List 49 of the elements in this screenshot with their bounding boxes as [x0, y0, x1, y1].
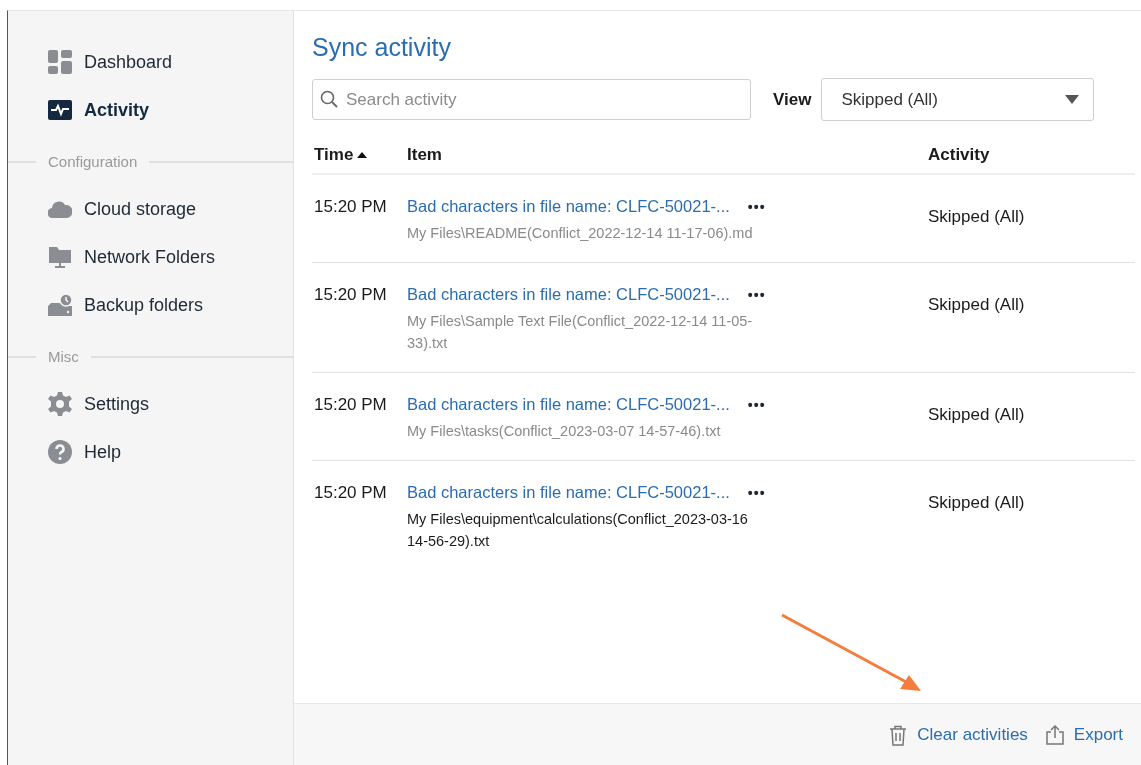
section-heading: Configuration	[48, 153, 138, 170]
monitor-folder-icon	[48, 245, 72, 269]
search-field[interactable]: Search activity	[312, 79, 751, 120]
time-cell-text: 15:20 PM	[313, 395, 388, 416]
trash-icon	[889, 724, 908, 746]
sidebar-item[interactable]: Cloud storage	[48, 194, 197, 224]
activity-cell-text: Skipped (All)	[928, 206, 1026, 228]
time-cell-text: 15:20 PM	[313, 483, 388, 504]
item-link[interactable]: Bad characters in file name: CLFC-50021-...	[407, 395, 730, 414]
more-button[interactable]: •••	[747, 396, 766, 413]
column-header[interactable]: Time	[312, 145, 368, 165]
activity-cell-text: Skipped (All)	[928, 294, 1026, 316]
column-header[interactable]: Activity	[928, 145, 990, 165]
pulse-icon	[48, 100, 72, 120]
search-icon	[320, 90, 338, 108]
sidebar-item[interactable]: Settings	[48, 389, 150, 419]
activity-cell-text: Skipped (All)	[928, 492, 1026, 514]
file-path: My Files\equipment\calculations(Conflict_2023-03-16 14-56-29).txt	[407, 510, 749, 551]
more-button[interactable]: •••	[747, 286, 766, 303]
section-heading: Misc	[48, 348, 79, 365]
column-header[interactable]: Item	[407, 145, 442, 165]
share-icon	[1045, 725, 1064, 745]
drive-clock-icon	[48, 293, 72, 317]
file-path: My Files\tasks(Conflict_2023-03-07 14-57-46).txt	[407, 422, 722, 441]
sidebar-item[interactable]: Network Folders	[48, 242, 216, 272]
view-dropdown[interactable]: Skipped (All)	[821, 78, 1095, 121]
sidebar-item[interactable]: Activity	[48, 95, 150, 125]
time-cell-text: 15:20 PM	[313, 197, 388, 218]
caret-icon	[1065, 95, 1080, 104]
activity-cell-text: Skipped (All)	[928, 404, 1026, 426]
page-title: Sync activity	[312, 33, 452, 62]
settings-icon	[48, 392, 72, 416]
time-cell-text: 15:20 PM	[313, 285, 388, 306]
more-button[interactable]: •••	[747, 198, 766, 215]
dashboard-icon	[48, 50, 72, 74]
sidebar-item[interactable]: Dashboard	[48, 47, 173, 77]
cloud-icon	[48, 200, 72, 218]
file-path: My Files\Sample Text File(Conflict_2022-12-14 11-05-33).txt	[407, 312, 754, 353]
view-label: View	[773, 89, 812, 110]
help-icon	[48, 440, 72, 464]
item-link[interactable]: Bad characters in file name: CLFC-50021-...	[407, 483, 730, 502]
item-link[interactable]: Bad characters in file name: CLFC-50021-...	[407, 285, 730, 304]
footer-action[interactable]: Export	[1045, 725, 1123, 745]
more-button[interactable]: •••	[747, 484, 766, 501]
sidebar-item[interactable]: Help	[48, 437, 122, 467]
sidebar-item[interactable]: Backup folders	[48, 290, 204, 320]
file-path: My Files\README(Conflict_2022-12-14 11-17-06).md	[407, 224, 754, 243]
item-link[interactable]: Bad characters in file name: CLFC-50021-...	[407, 197, 730, 216]
footer-action[interactable]: Clear activities	[889, 724, 1028, 746]
